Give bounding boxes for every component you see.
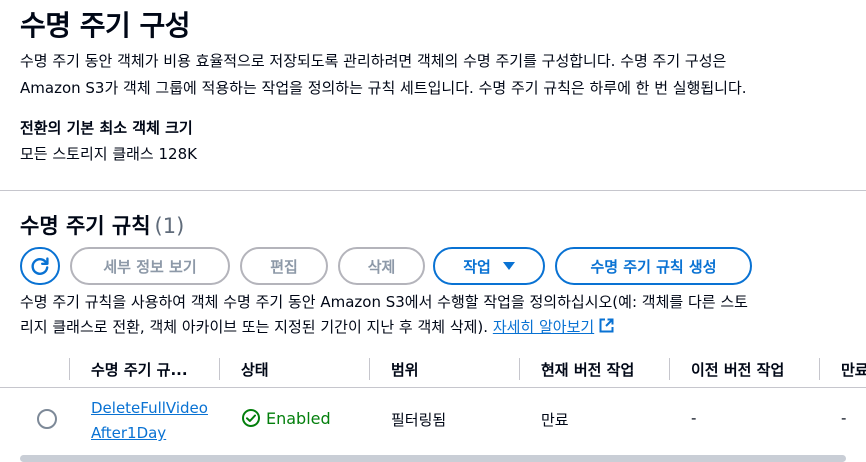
config-description-line: 수명 주기 동안 객체가 비용 효율적으로 저장되도록 관리하려면 객체의 수명…	[20, 52, 727, 70]
actions-label: 작업	[463, 257, 491, 276]
rules-section-title: 수명 주기 규칙 (1)	[20, 210, 184, 240]
rule-name-link[interactable]: DeleteFullVideoAfter1Day	[91, 396, 209, 446]
expiration-cell: -	[841, 409, 847, 427]
min-object-size-label: 전환의 기본 최소 객체 크기	[20, 119, 193, 137]
caret-down-icon	[502, 262, 515, 270]
column-header-status[interactable]: 상태	[241, 352, 269, 387]
column-separator	[219, 358, 220, 380]
status-badge: Enabled	[241, 408, 331, 428]
min-object-size-value: 모든 스토리지 클래스 128K	[20, 145, 197, 163]
current-version-action-cell: 만료	[541, 411, 569, 429]
column-separator	[519, 358, 520, 380]
column-separator	[69, 358, 70, 380]
column-separator	[819, 358, 820, 380]
edit-button[interactable]: 편집	[240, 247, 328, 285]
column-header-previous-version-action[interactable]: 이전 버전 작업	[691, 352, 784, 387]
create-lifecycle-rule-button[interactable]: 수명 주기 규칙 생성	[555, 247, 752, 285]
learn-more-link[interactable]: 자세히 알아보기	[493, 318, 594, 336]
previous-version-action-cell: -	[691, 409, 697, 427]
refresh-icon	[31, 257, 49, 275]
scope-cell: 필터링됨	[391, 411, 447, 429]
check-circle-icon	[242, 409, 260, 427]
rules-table-header: 수명 주기 규... 상태 범위 현재 버전 작업 이전 버전 작업 만료	[0, 352, 866, 388]
column-header-name[interactable]: 수명 주기 규...	[91, 352, 188, 387]
column-separator	[669, 358, 670, 380]
help-text-line: 리지 클래스로 전환, 객체 아카이브 또는 지정된 기간이 지난 후 객체 삭…	[20, 315, 866, 340]
column-header-current-version-action[interactable]: 현재 버전 작업	[541, 352, 634, 387]
delete-button[interactable]: 삭제	[338, 247, 425, 285]
config-description-line: Amazon S3가 객체 그룹에 적용하는 작업을 정의하는 규칙 세트입니다…	[20, 79, 747, 97]
table-row: DeleteFullVideoAfter1Day Enabled 필터링됨 만료…	[0, 389, 866, 453]
actions-dropdown-button[interactable]: 작업	[433, 247, 545, 285]
rules-title-text: 수명 주기 규칙	[20, 214, 151, 238]
column-header-scope[interactable]: 범위	[391, 352, 419, 387]
row-select-radio[interactable]	[37, 409, 57, 429]
view-details-button[interactable]: 세부 정보 보기	[70, 247, 230, 285]
section-divider	[0, 190, 866, 191]
help-text-line: 수명 주기 규칙을 사용하여 객체 수명 주기 동안 Amazon S3에서 수…	[20, 293, 748, 311]
horizontal-scrollbar[interactable]	[20, 455, 846, 462]
help-text-line-2: 리지 클래스로 전환, 객체 아카이브 또는 지정된 기간이 지난 후 객체 삭…	[20, 318, 489, 336]
config-description: 수명 주기 동안 객체가 비용 효율적으로 저장되도록 관리하려면 객체의 수명…	[20, 48, 866, 102]
rules-help-text: 수명 주기 규칙을 사용하여 객체 수명 주기 동안 Amazon S3에서 수…	[20, 290, 866, 340]
status-text: Enabled	[266, 408, 331, 428]
column-header-expiration[interactable]: 만료	[841, 352, 866, 387]
refresh-button[interactable]	[20, 247, 60, 285]
page-title: 수명 주기 구성	[20, 9, 191, 42]
external-link-icon[interactable]	[598, 317, 615, 334]
rules-count: (1)	[154, 214, 185, 238]
column-separator	[369, 358, 370, 380]
